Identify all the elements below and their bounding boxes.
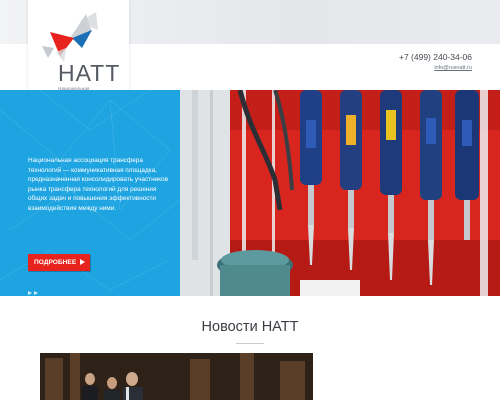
- news-section-title: Новости НАТТ: [201, 319, 299, 335]
- next-icon[interactable]: [34, 291, 38, 295]
- more-button-label: ПОДРОБНЕЕ: [34, 259, 77, 266]
- email-link[interactable]: info@rusnatt.ru: [399, 65, 472, 71]
- hero-image: [180, 90, 500, 296]
- news-image[interactable]: [40, 353, 313, 400]
- arrow-right-icon: [80, 259, 85, 265]
- more-button[interactable]: ПОДРОБНЕЕ: [28, 254, 90, 271]
- meeting-illustration: [40, 353, 313, 400]
- slider-controls[interactable]: [28, 282, 40, 296]
- play-icon[interactable]: [28, 291, 32, 295]
- divider: [236, 343, 264, 344]
- logo-triangles-icon: [42, 12, 98, 62]
- pipettes-illustration: [180, 90, 500, 296]
- contacts: +7 (499) 240-34-06 info@rusnatt.ru: [399, 52, 472, 71]
- hero-description: Национальная ассоциация трансфера технол…: [28, 157, 168, 212]
- logo-title: НАТТ: [58, 60, 121, 86]
- phone-number[interactable]: +7 (499) 240-34-06: [399, 52, 472, 62]
- hero-panel: Национальная ассоциация трансфера технол…: [0, 90, 180, 296]
